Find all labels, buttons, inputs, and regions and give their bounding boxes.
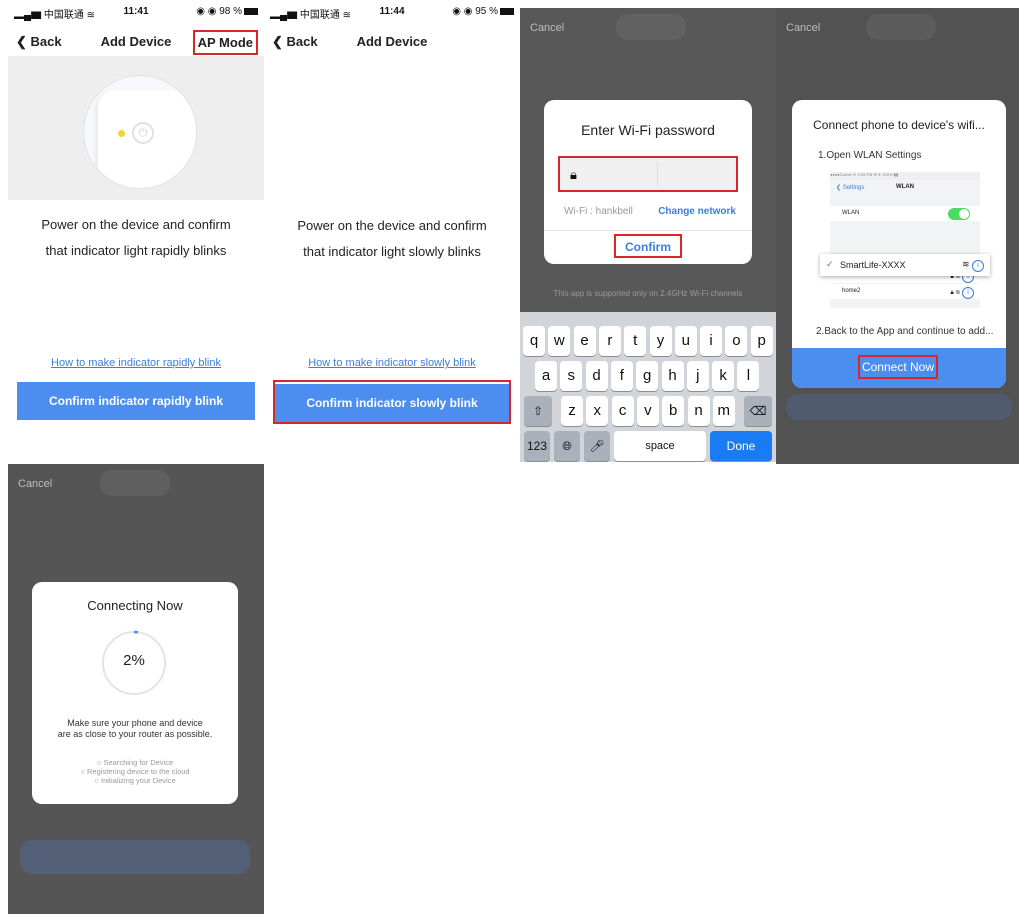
screen-add-device-slow-blink: ▂▄▆ 中国联通 ≋ 11:44 ◉ ◉ 95 % ❮ Back Add Dev… (264, 0, 520, 464)
selected-network-row: ✓ SmartLife-XXXX ≋ i (820, 254, 990, 276)
ap-mode-button[interactable]: AP Mode (192, 30, 258, 55)
battery-indicator: ◉ ◉ 98 % (196, 6, 258, 17)
key-y[interactable]: y (649, 326, 672, 356)
numbers-key[interactable]: 123 (524, 431, 550, 461)
instruction-text: Power on the device and confirm that ind… (41, 217, 231, 258)
cancel-button[interactable]: Cancel (530, 22, 564, 34)
help-link[interactable]: How to make indicator slowly blink (264, 357, 520, 369)
globe-icon[interactable]: 🌐︎ (554, 431, 580, 461)
device-illustration: ⏻ (8, 56, 264, 200)
toggle-icon (948, 208, 970, 220)
key-i[interactable]: i (700, 326, 723, 356)
change-network-link[interactable]: Change network (658, 206, 736, 217)
bullet-icon: ○ (94, 776, 99, 785)
nav-bar: ❮ Back Add Device AP Mode (8, 28, 264, 56)
microphone-icon[interactable]: 🎤︎ (584, 431, 610, 461)
dialog-title: Connecting Now (87, 598, 183, 613)
key-n[interactable]: n (687, 396, 710, 426)
screen-connect-phone-to-device-wifi: Cancel Connect phone to device's wifi...… (776, 8, 1019, 464)
page-title: Add Device (356, 34, 428, 49)
key-o[interactable]: o (725, 326, 748, 356)
key-b[interactable]: b (662, 396, 685, 426)
cancel-button[interactable]: Cancel (786, 22, 820, 34)
bullet-icon: ○ (96, 758, 102, 767)
key-g[interactable]: g (636, 361, 659, 391)
key-f[interactable]: f (610, 361, 633, 391)
progress-steps: ○ Searching for Device ○ Registering dev… (32, 758, 238, 785)
key-d[interactable]: d (585, 361, 608, 391)
step-item: ○ Searching for Device (96, 758, 174, 767)
highlight-box (614, 234, 682, 258)
cancel-button[interactable]: Cancel (18, 478, 52, 490)
key-l[interactable]: l (737, 361, 760, 391)
frequency-note: This app is supported only on 2.4GHz Wi-… (553, 289, 743, 298)
help-link[interactable]: How to make indicator rapidly blink (8, 357, 264, 369)
highlight-box (273, 380, 511, 424)
confirm-rapid-blink-button[interactable]: Confirm indicator rapidly blink (17, 382, 255, 420)
progress-percent: 2% (123, 652, 145, 669)
wifi-info-icon: ≋ i (962, 259, 984, 272)
step-item: ○ Registering device to the cloud (80, 767, 190, 776)
key-x[interactable]: x (586, 396, 609, 426)
key-t[interactable]: t (624, 326, 647, 356)
progress-ring: 2% (101, 630, 167, 696)
screen-enter-wifi-password: Cancel Enter Wi-Fi password 🔒︎ Wi-Fi : h… (520, 8, 776, 462)
key-j[interactable]: j (686, 361, 709, 391)
step-1-text: 1.Open WLAN Settings (818, 150, 922, 161)
done-key[interactable]: Done (710, 431, 772, 461)
wifi-name-label: Wi-Fi : hankbell (564, 206, 633, 217)
key-m[interactable]: m (712, 396, 735, 426)
key-u[interactable]: u (674, 326, 697, 356)
key-w[interactable]: w (548, 326, 571, 356)
key-z[interactable]: z (561, 396, 583, 426)
key-a[interactable]: a (535, 361, 557, 391)
power-icon: ⏻ (132, 122, 154, 144)
keyboard: qwertyuiop asdfghjkl zxcvbnm ⇧ ⌫ 123 🌐︎ … (520, 312, 776, 462)
bullet-icon: ○ (80, 767, 85, 776)
key-c[interactable]: c (611, 396, 634, 426)
proximity-tip: Make sure your phone and device are as c… (57, 718, 213, 739)
checkmark-icon: ✓ (826, 259, 834, 269)
nav-bar: ❮ Back Add Device (264, 28, 520, 56)
screen-connecting-now: Cancel Connecting Now 2% Make sure your … (8, 464, 264, 914)
step-2-text: 2.Back to the App and continue to add... (816, 326, 994, 337)
key-h[interactable]: h (661, 361, 684, 391)
connect-now-button[interactable]: Connect Now (858, 355, 938, 379)
shift-key[interactable]: ⇧ (524, 396, 552, 426)
dialog-title: Enter Wi-Fi password (581, 122, 715, 138)
key-s[interactable]: s (560, 361, 583, 391)
key-k[interactable]: k (712, 361, 735, 391)
instruction-text: Power on the device and confirm that ind… (297, 218, 487, 259)
screen-add-device-ap-mode: ▂▄▆ 中国联通 ≋ 11:41 ◉ ◉ 98 % ❮ Back Add Dev… (8, 0, 264, 464)
network-name: SmartLife-XXXX (840, 260, 906, 270)
wlan-settings-screenshot: ●●●●Carrier ✈ 2:49 PM ⊕ ✈ 100% ▮▮ ❮ Sett… (830, 172, 980, 308)
key-e[interactable]: e (573, 326, 596, 356)
battery-indicator: ◉ ◉ 95 % (452, 6, 514, 17)
key-p[interactable]: p (750, 326, 773, 356)
indicator-light-icon (118, 130, 125, 137)
highlight-box (558, 156, 738, 192)
connect-wifi-dialog: Connect phone to device's wifi... 1.Open… (792, 100, 1006, 388)
status-bar: ▂▄▆ 中国联通 ≋ 11:44 ◉ ◉ 95 % (264, 0, 520, 21)
space-key[interactable]: space (614, 431, 706, 461)
step-item: ○ Initializing your Device (94, 776, 176, 785)
connecting-dialog: Connecting Now 2% Make sure your phone a… (32, 582, 238, 804)
dialog-title: Connect phone to device's wifi... (813, 118, 985, 132)
status-bar: ▂▄▆ 中国联通 ≋ 11:41 ◉ ◉ 98 % (8, 0, 264, 21)
key-v[interactable]: v (636, 396, 659, 426)
backspace-key[interactable]: ⌫ (744, 396, 772, 426)
key-r[interactable]: r (598, 326, 621, 356)
key-q[interactable]: q (523, 326, 545, 356)
wifi-password-dialog: Enter Wi-Fi password 🔒︎ Wi-Fi : hankbell… (544, 100, 752, 264)
